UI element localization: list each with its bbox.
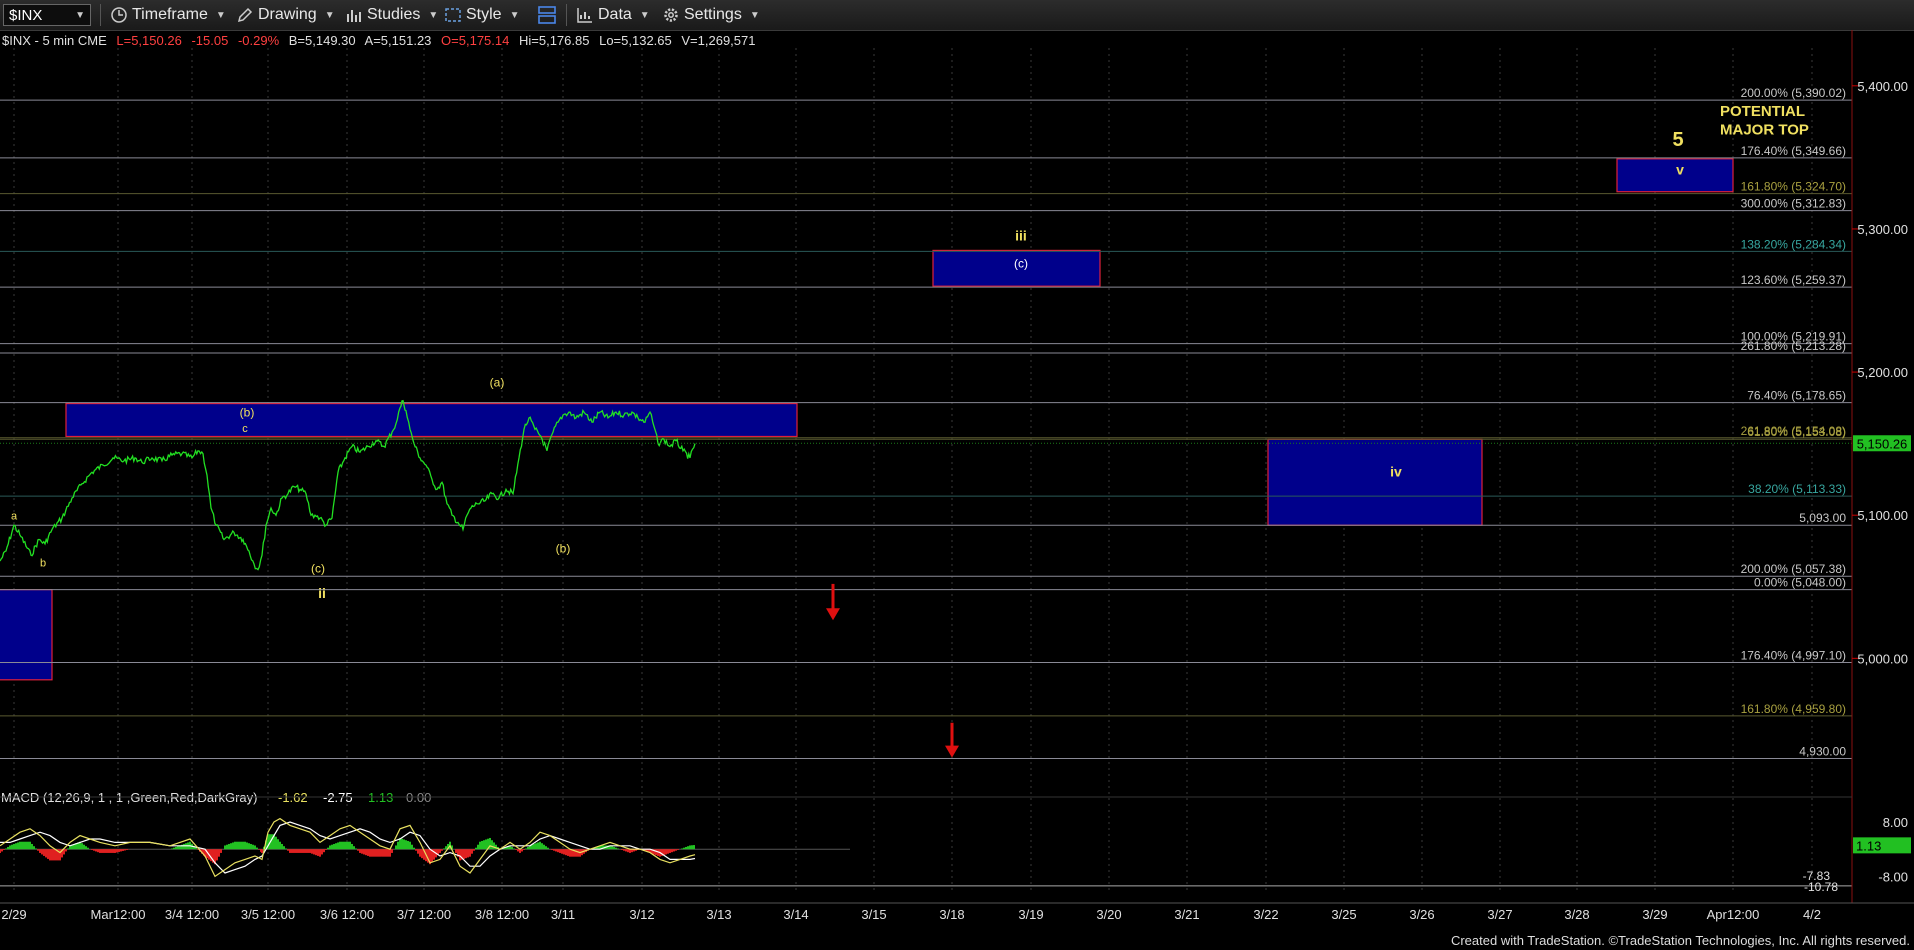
header-open: O=5,175.14 bbox=[441, 33, 509, 48]
fib-level-label: 5,093.00 bbox=[1799, 511, 1846, 525]
wave-label: POTENTIAL bbox=[1720, 103, 1805, 120]
macd-y-tick-label: 8.00 bbox=[1883, 815, 1908, 830]
y-tick-label: 5,400.00 bbox=[1857, 79, 1908, 94]
wave-target-zones bbox=[0, 158, 1734, 681]
x-tick-label: 3/7 12:00 bbox=[397, 907, 451, 922]
fib-level-label: 4,930.00 bbox=[1799, 745, 1846, 759]
price-chart[interactable]: 200.00% (5,390.02) 176.40% (5,349.66) 161.… bbox=[0, 0, 1914, 932]
fib-level-label: 176.40% (5,349.66) bbox=[1741, 144, 1846, 158]
wave-label: 5 bbox=[1672, 129, 1683, 151]
y-tick-label: 5,000.00 bbox=[1857, 651, 1908, 666]
x-tick-label: Apr12:00 bbox=[1707, 907, 1760, 922]
x-tick-label: 3/18 bbox=[939, 907, 964, 922]
header-ask: A=5,151.23 bbox=[365, 33, 432, 48]
x-tick-label: 3/22 bbox=[1253, 907, 1278, 922]
macd-panel: MACD (12,26,9, 1 , 1 ,Green,Red,DarkGray… bbox=[0, 790, 1852, 887]
fib-level-label: 76.40% (5,178.65) bbox=[1747, 389, 1846, 403]
x-tick-label: 3/8 12:00 bbox=[475, 907, 529, 922]
fib-level-label: 161.80% (4,959.80) bbox=[1741, 702, 1846, 716]
x-tick-label: 3/4 12:00 bbox=[165, 907, 219, 922]
grid bbox=[13, 48, 1813, 893]
fib-level-label: 200.00% (5,390.02) bbox=[1741, 86, 1846, 100]
wave-label: c bbox=[242, 423, 248, 435]
header-symbol: $INX - 5 min CME bbox=[2, 33, 107, 48]
header-change: -15.05 bbox=[191, 33, 228, 48]
x-tick-label: 3/11 bbox=[551, 907, 575, 922]
x-tick-label: 3/12 bbox=[629, 907, 654, 922]
fib-level-label: 38.20% (5,113.33) bbox=[1748, 482, 1846, 496]
target-zone bbox=[0, 589, 53, 681]
fib-level-label: 123.60% (5,259.37) bbox=[1741, 273, 1846, 287]
y-tick-label: 5,100.00 bbox=[1857, 508, 1908, 523]
x-tick-label: 3/15 bbox=[861, 907, 886, 922]
footer: Created with TradeStation. ©TradeStation… bbox=[0, 932, 1914, 950]
wave-label: iii bbox=[1015, 227, 1027, 243]
x-tick-label: 3/19 bbox=[1018, 907, 1043, 922]
wave-label: iv bbox=[1390, 464, 1402, 480]
x-tick-label: 3/26 bbox=[1409, 907, 1434, 922]
down-arrow-icon bbox=[945, 745, 959, 758]
x-tick-label: 4/2 bbox=[1803, 907, 1821, 922]
fib-level-label: 61.80% (5,153.08) bbox=[1747, 425, 1846, 439]
x-tick-label: 3/21 bbox=[1174, 907, 1199, 922]
down-arrow-icon bbox=[826, 608, 840, 621]
last-price-label: 5,150.26 bbox=[1857, 436, 1908, 451]
target-zone bbox=[1267, 438, 1483, 526]
wave-label: (c) bbox=[1014, 257, 1028, 271]
wave-label: a bbox=[11, 510, 18, 522]
wave-label: (b) bbox=[240, 405, 255, 419]
chart-header: $INX - 5 min CME L=5,150.26 -15.05 -0.29… bbox=[2, 33, 755, 48]
header-high: Hi=5,176.85 bbox=[519, 33, 589, 48]
header-last: L=5,150.26 bbox=[116, 33, 181, 48]
header-change-pct: -0.29% bbox=[238, 33, 280, 48]
macd-readout-label: -10.78 bbox=[1804, 880, 1838, 894]
macd-y-tick-label: -8.00 bbox=[1878, 869, 1908, 884]
header-volume: V=1,269,571 bbox=[681, 33, 755, 48]
fib-level-label: 138.20% (5,284.34) bbox=[1741, 237, 1846, 251]
y-tick-label: 5,200.00 bbox=[1857, 365, 1908, 380]
x-tick-label: 3/28 bbox=[1564, 907, 1589, 922]
x-tick-label: 2/29 bbox=[1, 907, 26, 922]
target-zone bbox=[65, 402, 798, 438]
wave-label: (c) bbox=[311, 561, 325, 575]
y-tick-label: 5,300.00 bbox=[1857, 222, 1908, 237]
x-tick-label: 3/6 12:00 bbox=[320, 907, 374, 922]
fib-level-label: 300.00% (5,312.83) bbox=[1741, 197, 1846, 211]
wave-label: ii bbox=[318, 585, 326, 601]
x-tick-label: 3/13 bbox=[706, 907, 731, 922]
copyright-text: Created with TradeStation. ©TradeStation… bbox=[1450, 933, 1910, 948]
x-tick-label: Mar12:00 bbox=[91, 907, 146, 922]
wave-label: v bbox=[1676, 162, 1684, 178]
x-tick-label: 3/14 bbox=[783, 907, 808, 922]
fib-level-label: 200.00% (5,057.38) bbox=[1741, 562, 1846, 576]
target-zone bbox=[1616, 158, 1734, 193]
x-tick-label: 3/20 bbox=[1096, 907, 1121, 922]
x-tick-label: 3/25 bbox=[1331, 907, 1356, 922]
fib-level-label: 261.80% (5,213.28) bbox=[1741, 339, 1846, 353]
x-tick-label: 3/29 bbox=[1642, 907, 1667, 922]
wave-label: (a) bbox=[490, 375, 505, 389]
fib-level-label: 161.80% (5,324.70) bbox=[1741, 180, 1846, 194]
wave-label: MAJOR TOP bbox=[1720, 121, 1809, 138]
header-low: Lo=5,132.65 bbox=[599, 33, 672, 48]
wave-label: (b) bbox=[556, 541, 571, 555]
header-bid: B=5,149.30 bbox=[289, 33, 356, 48]
macd-readout-label: 1.13 bbox=[1856, 838, 1881, 853]
wave-label: b bbox=[40, 558, 46, 570]
x-tick-label: 3/27 bbox=[1487, 907, 1512, 922]
fib-level-label: 0.00% (5,048.00) bbox=[1754, 576, 1846, 590]
x-tick-label: 3/5 12:00 bbox=[241, 907, 295, 922]
fib-level-label: 176.40% (4,997.10) bbox=[1741, 648, 1846, 662]
